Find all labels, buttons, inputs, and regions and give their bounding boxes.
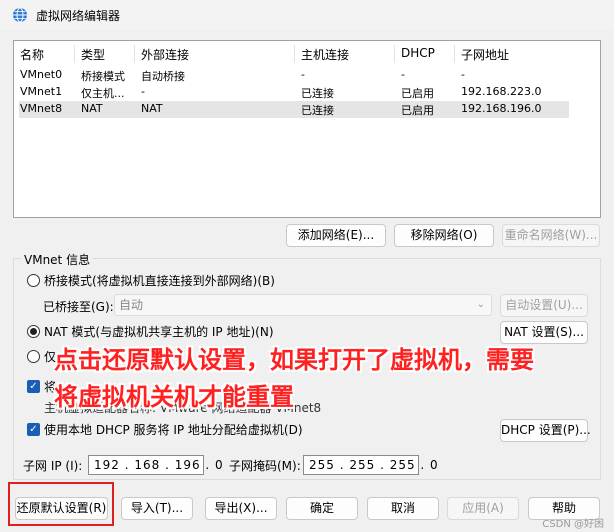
bridged-to-select[interactable]: 自动 ⌄ [114,294,492,316]
table-cell: - [401,68,405,81]
column-divider[interactable] [134,45,135,63]
table-cell: - [461,68,465,81]
table-cell: 已连接 [301,104,334,117]
add-network-button[interactable]: 添加网络(E)... [286,224,386,247]
table-cell: NAT [141,102,163,115]
rename-network-button[interactable]: 重命名网络(W)... [502,224,600,247]
nat-mode-label[interactable]: NAT 模式(与虚拟机共享主机的 IP 地址)(N) [44,323,274,340]
column-header-name[interactable]: 名称 [20,46,44,63]
chevron-down-icon: ⌄ [476,299,485,310]
bridged-to-label: 已桥接至(G): [43,300,114,314]
network-list[interactable]: 名称 类型 外部连接 主机连接 DHCP 子网地址 VMnet0 桥接模式 自动… [13,40,601,218]
import-button[interactable]: 导入(T)... [121,497,193,520]
remove-network-button[interactable]: 移除网络(O) [394,224,494,247]
auto-settings-button[interactable]: 自动设置(U)... [500,294,588,317]
nat-mode-radio[interactable] [27,325,40,338]
table-cell: - [141,85,145,98]
apply-button[interactable]: 应用(A) [447,497,519,520]
column-divider[interactable] [294,45,295,63]
table-cell: 192.168.196.0 [461,102,542,115]
column-header-type[interactable]: 类型 [81,46,105,63]
table-row[interactable]: VMnet0 桥接模式 自动桥接 - - - [19,67,569,84]
cancel-button[interactable]: 取消 [367,497,439,520]
table-cell: VMnet0 [20,68,63,81]
subnet-mask-input[interactable]: 255 . 255 . 255 . 0 [303,455,438,475]
window-title: 虚拟网络编辑器 [36,9,121,23]
subnet-ip-input[interactable]: 192 . 168 . 196 . 0 [88,455,223,475]
dhcp-label[interactable]: 使用本地 DHCP 服务将 IP 地址分配给虚拟机(D) [44,421,303,438]
column-header-host[interactable]: 主机连接 [301,46,349,63]
bridged-to-value: 自动 [119,298,144,312]
table-cell: NAT [81,102,103,115]
table-cell: 自动桥接 [141,70,185,83]
subnet-mask-label: 子网掩码(M): [229,459,301,473]
table-cell: 仅主机... [81,87,125,100]
column-divider[interactable] [394,45,395,63]
bridged-mode-radio[interactable] [27,274,40,287]
table-cell: 已启用 [401,87,434,100]
annotation-line-1: 点击还原默认设置，如果打开了虚拟机，需要 [54,346,534,374]
title-bar: 虚拟网络编辑器 [0,0,614,30]
export-button[interactable]: 导出(X)... [205,497,277,520]
table-row[interactable]: VMnet1 仅主机... - 已连接 已启用 192.168.223.0 [19,84,569,101]
table-cell: 已连接 [301,87,334,100]
watermark: CSDN @好困 [542,519,604,530]
column-header-dhcp[interactable]: DHCP [401,46,435,60]
column-divider[interactable] [454,45,455,63]
table-cell: 已启用 [401,104,434,117]
bridged-mode-label[interactable]: 桥接模式(将虚拟机直接连接到外部网络)(B) [44,272,275,289]
column-header-external[interactable]: 外部连接 [141,46,189,63]
connect-adapter-checkbox[interactable]: ✓ [27,380,40,393]
column-divider[interactable] [74,45,75,63]
table-cell: VMnet1 [20,85,63,98]
column-header-subnet[interactable]: 子网地址 [461,46,509,63]
annotation-line-2: 将虚拟机关机才能重置 [54,383,294,411]
subnet-ip-label: 子网 IP (I): [23,459,83,473]
ok-button[interactable]: 确定 [286,497,358,520]
dhcp-checkbox[interactable]: ✓ [27,423,40,436]
table-row-selected[interactable]: VMnet8 NAT NAT 已连接 已启用 192.168.196.0 [19,101,569,118]
table-cell: VMnet8 [20,102,63,115]
table-cell: 桥接模式 [81,70,125,83]
highlight-box [8,482,114,526]
table-cell: 192.168.223.0 [461,85,542,98]
vmnet-info-title: VMnet 信息 [21,251,94,268]
table-cell: - [301,68,305,81]
dhcp-settings-button[interactable]: DHCP 设置(P)... [500,419,591,442]
globe-network-icon [13,7,27,23]
host-only-radio[interactable] [27,350,40,363]
